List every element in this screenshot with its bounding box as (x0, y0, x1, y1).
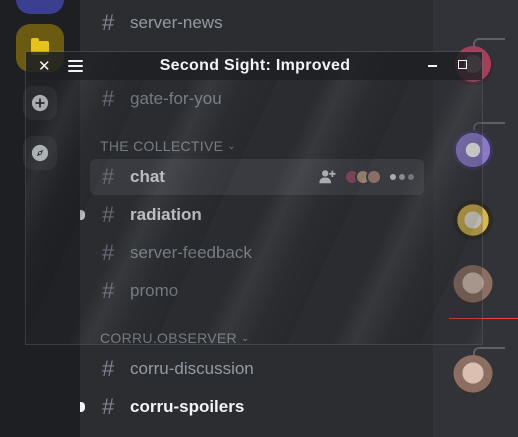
app-root: # server-news # gate-for-you THE COLLECT… (0, 0, 518, 437)
unread-indicator (80, 402, 85, 412)
overlay-titlebar[interactable]: ✕ Second Sight: Improved (26, 52, 482, 80)
avatar[interactable] (453, 355, 493, 395)
channel-name: corru-discussion (130, 359, 254, 378)
maximize-icon[interactable] (458, 60, 467, 69)
hash-icon: # (102, 394, 115, 419)
server-icon[interactable] (16, 0, 64, 14)
channel-server-news[interactable]: # server-news (90, 5, 424, 41)
glass-sheen (26, 52, 482, 344)
channel-corru-discussion[interactable]: # corru-discussion (90, 351, 424, 387)
channel-corru-spoilers[interactable]: # corru-spoilers (80, 389, 424, 425)
hash-icon: # (102, 10, 115, 35)
message (433, 347, 518, 415)
hash-icon: # (102, 356, 115, 381)
channel-name: corru-spoilers (130, 397, 245, 416)
channel-name: server-news (130, 13, 223, 32)
overlay-window: ✕ Second Sight: Improved (25, 51, 483, 345)
minimize-icon[interactable] (428, 65, 437, 67)
window-title: Second Sight: Improved (159, 57, 351, 74)
